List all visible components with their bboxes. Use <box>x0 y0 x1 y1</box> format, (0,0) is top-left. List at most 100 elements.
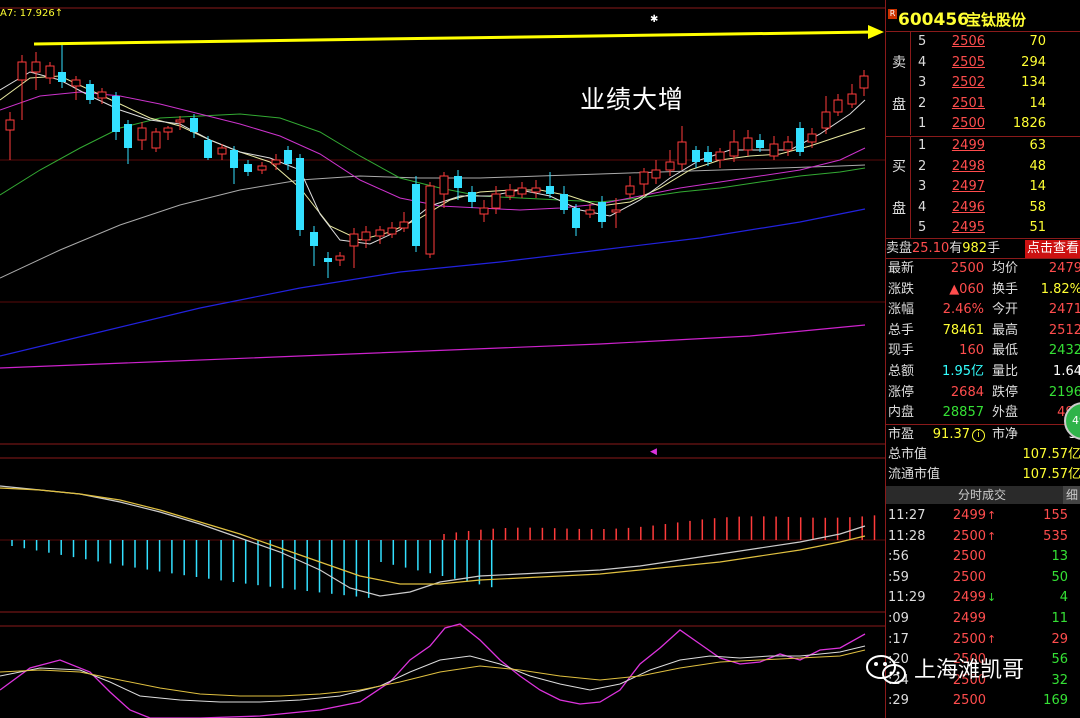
sell-level-row[interactable]: 2 2501 14 <box>886 94 1080 114</box>
candle-body <box>479 207 489 215</box>
buy-level-row[interactable]: 3 2497 14 <box>886 177 1080 197</box>
stat-value: 2.46% <box>942 302 984 318</box>
stat-label: 外盘 <box>992 405 1019 421</box>
tick-time: 11:29 <box>888 590 926 606</box>
sell-level-row[interactable]: 5 2506 70 <box>886 32 1080 52</box>
candle-body <box>468 192 476 202</box>
sell-summary-unit: 手 <box>987 241 1001 256</box>
candle-body <box>560 194 568 210</box>
tick-volume: 4 <box>1059 590 1068 606</box>
candle-body <box>729 141 739 157</box>
tick-price: 2500 <box>952 528 986 544</box>
candle-body <box>324 258 332 262</box>
view-details-button[interactable]: 点击查看 <box>1024 240 1080 258</box>
candle-body <box>124 124 132 148</box>
stat-label: 最新 <box>888 261 915 276</box>
tick-row[interactable]: :09 2499 11 <box>886 609 1080 629</box>
candle-body <box>399 221 409 229</box>
buy-level-row[interactable]: 4 2496 58 <box>886 198 1080 218</box>
stat-value: 28857 <box>942 405 984 421</box>
stat-label: 涨幅 <box>888 302 915 318</box>
annotation-arrow-line <box>33 30 873 46</box>
tick-row[interactable]: 11:29 2499 ↓ 4 <box>886 588 1080 608</box>
candle-body <box>204 140 212 158</box>
tick-volume: 535 <box>1043 528 1068 544</box>
ma-label: A7: 17.926↑ <box>0 8 64 19</box>
pe-value: 91.37 <box>932 427 970 442</box>
level-volume: 134 <box>1021 75 1046 91</box>
quote-stat-row: 涨幅 2.46% 今开 2471 <box>886 300 1080 320</box>
level-price: 2496 <box>951 199 985 215</box>
level-number: 2 <box>918 95 927 111</box>
stat-label: 均价 <box>992 261 1019 276</box>
level-number: 3 <box>918 75 927 91</box>
annotation-arrow-head <box>868 25 884 39</box>
divider <box>886 238 1080 239</box>
stat-label: 总手 <box>888 322 915 338</box>
tick-price: 2500 <box>952 569 986 585</box>
level-number: 5 <box>918 220 927 236</box>
stat-value: 2500 <box>950 261 984 276</box>
candle-body <box>425 185 435 255</box>
level-price: 2505 <box>951 54 985 70</box>
kdj-j-line <box>0 623 866 718</box>
level-volume: 48 <box>1029 158 1046 174</box>
candle-body <box>310 232 318 246</box>
pe-row: 市盈 91.37 i 市净 3. <box>886 425 1080 445</box>
candle-body <box>715 151 725 161</box>
sell-level-row[interactable]: 1 2500 1826 <box>886 114 1080 134</box>
stat-label: 最高 <box>992 322 1019 338</box>
tick-price: 2499 <box>952 508 986 523</box>
tick-direction-icon: ↑ <box>987 529 997 543</box>
tick-volume: 13 <box>1051 549 1068 565</box>
tick-price: 2500 <box>952 631 986 647</box>
candle-body <box>505 189 515 197</box>
tick-row[interactable]: 11:28 2500 ↑ 535 <box>886 527 1080 547</box>
tick-time: 11:27 <box>888 508 926 523</box>
buy-level-row[interactable]: 5 2495 51 <box>886 218 1080 238</box>
buy-level-row[interactable]: 1 2499 63 <box>886 136 1080 156</box>
stat-label: 现手 <box>888 343 915 359</box>
candle-body <box>71 79 81 87</box>
kline-chart-svg[interactable] <box>0 0 885 718</box>
watermark-text: 上海滩凯哥 <box>914 658 1025 683</box>
buy-level-row[interactable]: 2 2498 48 <box>886 157 1080 177</box>
tick-row[interactable]: :29 2500 169 <box>886 691 1080 711</box>
tick-row[interactable]: :59 2500 50 <box>886 568 1080 588</box>
sell-level-row[interactable]: 3 2502 134 <box>886 73 1080 93</box>
candle-body <box>531 187 541 193</box>
ticks-tab[interactable]: 分时成交 <box>958 486 1006 504</box>
candle-body <box>97 91 107 99</box>
tick-time: :56 <box>888 549 909 565</box>
stat-label: 涨停 <box>888 384 915 400</box>
stat-label: 换手 <box>992 281 1019 297</box>
crosshair-star-marker: ✱ <box>650 14 659 25</box>
sell-summary-value: 25.10 <box>912 241 950 256</box>
candle-body <box>5 119 15 131</box>
kline-chart-area[interactable]: A7: 17.926↑ 业绩大增 ✱ ◀ <box>0 0 885 718</box>
candle-body <box>190 118 198 132</box>
tick-volume: 50 <box>1051 569 1068 585</box>
level-volume: 1826 <box>1012 116 1046 132</box>
candle-body <box>598 202 606 222</box>
sell-summary-text: 有 <box>949 241 963 256</box>
sell-level-row[interactable]: 4 2505 294 <box>886 53 1080 73</box>
ticks-detail-tab[interactable]: 细 <box>1063 486 1080 504</box>
candle-body <box>491 193 501 209</box>
level-number: 3 <box>918 179 927 195</box>
stat-label: 总额 <box>888 364 915 379</box>
sell-summary-bar: 卖盘25.10有982手 点击查看 <box>886 240 1080 258</box>
tick-direction-icon: ↑ <box>987 632 997 646</box>
tick-row[interactable]: 11:27 2499 ↑ 155 <box>886 506 1080 526</box>
candle-body <box>387 227 397 235</box>
tick-row[interactable]: :56 2500 13 <box>886 547 1080 567</box>
candle-body <box>796 128 804 152</box>
pb-label: 市净 <box>992 427 1019 442</box>
tick-row[interactable]: :17 2500 ↑ 29 <box>886 630 1080 650</box>
candle-body <box>244 164 252 172</box>
level-price: 2499 <box>951 138 985 153</box>
candle-body <box>704 152 712 162</box>
scroll-marker-icon[interactable]: ◀ <box>650 447 657 457</box>
info-icon[interactable]: i <box>972 429 985 442</box>
quote-stat-row: 内盘28857外盘496 <box>886 403 1080 423</box>
